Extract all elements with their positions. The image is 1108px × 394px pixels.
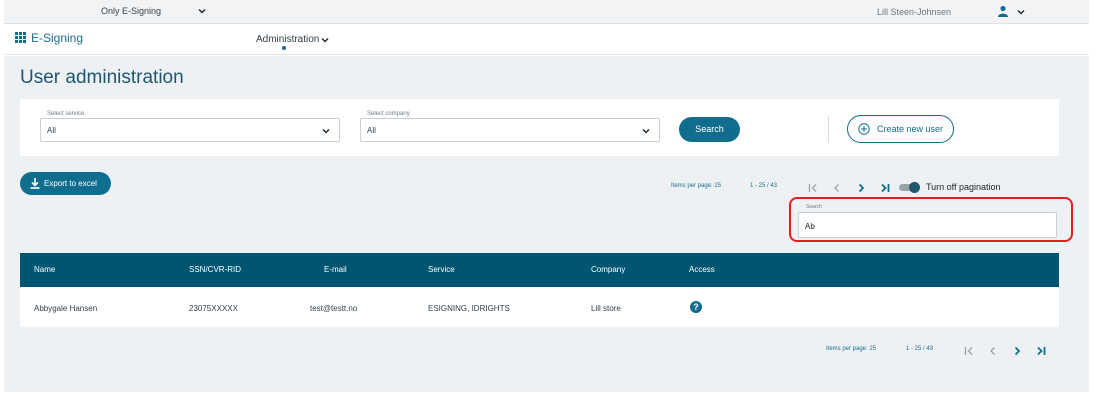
company-select-value: All — [367, 126, 376, 135]
column-name[interactable]: Name — [34, 265, 55, 274]
items-per-page-bottom[interactable]: Items per page: 25 — [826, 346, 876, 352]
divider — [828, 116, 829, 142]
page-range-bottom: 1 - 25 / 43 — [906, 346, 934, 352]
cell-email: test@testt.no — [310, 304, 358, 313]
add-circle-icon — [858, 123, 870, 135]
users-table: Name SSN/CVR-RID E-mail Service Company … — [20, 253, 1059, 327]
service-select-label: Select service — [47, 111, 85, 117]
last-page-icon[interactable] — [1036, 346, 1046, 356]
column-email[interactable]: E-mail — [324, 265, 347, 274]
first-page-icon[interactable] — [808, 183, 818, 193]
download-icon — [30, 178, 40, 189]
pagination-toggle[interactable] — [899, 182, 921, 193]
chevron-down-icon[interactable] — [320, 35, 330, 45]
create-user-button[interactable]: Create new user — [847, 115, 954, 143]
cell-service: ESIGNING, IDRIGHTS — [428, 304, 510, 313]
page-title: User administration — [20, 67, 184, 88]
first-page-icon[interactable] — [964, 346, 974, 356]
next-page-icon[interactable] — [1012, 346, 1022, 356]
previous-page-icon[interactable] — [832, 183, 842, 193]
column-service[interactable]: Service — [428, 265, 455, 274]
create-user-label: Create new user — [877, 124, 944, 134]
active-nav-indicator — [282, 46, 286, 50]
items-per-page[interactable]: Items per page: 25 — [671, 183, 721, 189]
nav-bar: E-Signing Administration — [4, 25, 1089, 55]
top-bar: Only E-Signing Lill Steen-Johnsen — [4, 0, 1089, 24]
company-select[interactable]: All — [360, 118, 660, 142]
next-page-icon[interactable] — [856, 183, 866, 193]
user-name: Lill Steen-Johnsen — [877, 7, 952, 17]
table-row[interactable]: Abbygale Hansen 23075XXXXX test@testt.no… — [20, 287, 1059, 327]
help-icon[interactable]: ? — [690, 301, 702, 313]
app-grid-icon[interactable] — [15, 32, 26, 43]
export-excel-button[interactable]: Export to excel — [20, 172, 111, 195]
filter-card: Select service All Select company All Se… — [20, 99, 1059, 156]
nav-administration[interactable]: Administration — [256, 34, 319, 45]
column-company[interactable]: Company — [591, 265, 625, 274]
service-select-value: All — [47, 126, 56, 135]
table-header: Name SSN/CVR-RID E-mail Service Company … — [20, 253, 1059, 287]
search-button[interactable]: Search — [679, 117, 740, 142]
column-access[interactable]: Access — [689, 265, 715, 274]
app-name[interactable]: E-Signing — [31, 31, 83, 45]
company-select-label: Select company — [367, 111, 410, 117]
service-selector[interactable]: Only E-Signing — [101, 6, 161, 16]
cell-company: Lill store — [591, 304, 621, 313]
chevron-down-icon[interactable] — [1016, 7, 1026, 17]
export-excel-label: Export to excel — [44, 179, 97, 188]
chevron-down-icon[interactable] — [197, 6, 207, 16]
highlight-box — [789, 197, 1073, 242]
chevron-down-icon — [642, 128, 650, 134]
service-select[interactable]: All — [40, 118, 340, 142]
previous-page-icon[interactable] — [988, 346, 998, 356]
cell-ssn: 23075XXXXX — [189, 304, 238, 313]
column-ssn[interactable]: SSN/CVR-RID — [189, 265, 241, 274]
pagination-toggle-label: Turn off pagination — [926, 182, 1001, 192]
page-range: 1 - 25 / 43 — [750, 183, 778, 189]
user-icon[interactable] — [997, 5, 1009, 17]
chevron-down-icon — [322, 128, 330, 134]
toggle-knob — [909, 182, 920, 193]
last-page-icon[interactable] — [880, 183, 890, 193]
cell-name: Abbygale Hansen — [34, 304, 98, 313]
